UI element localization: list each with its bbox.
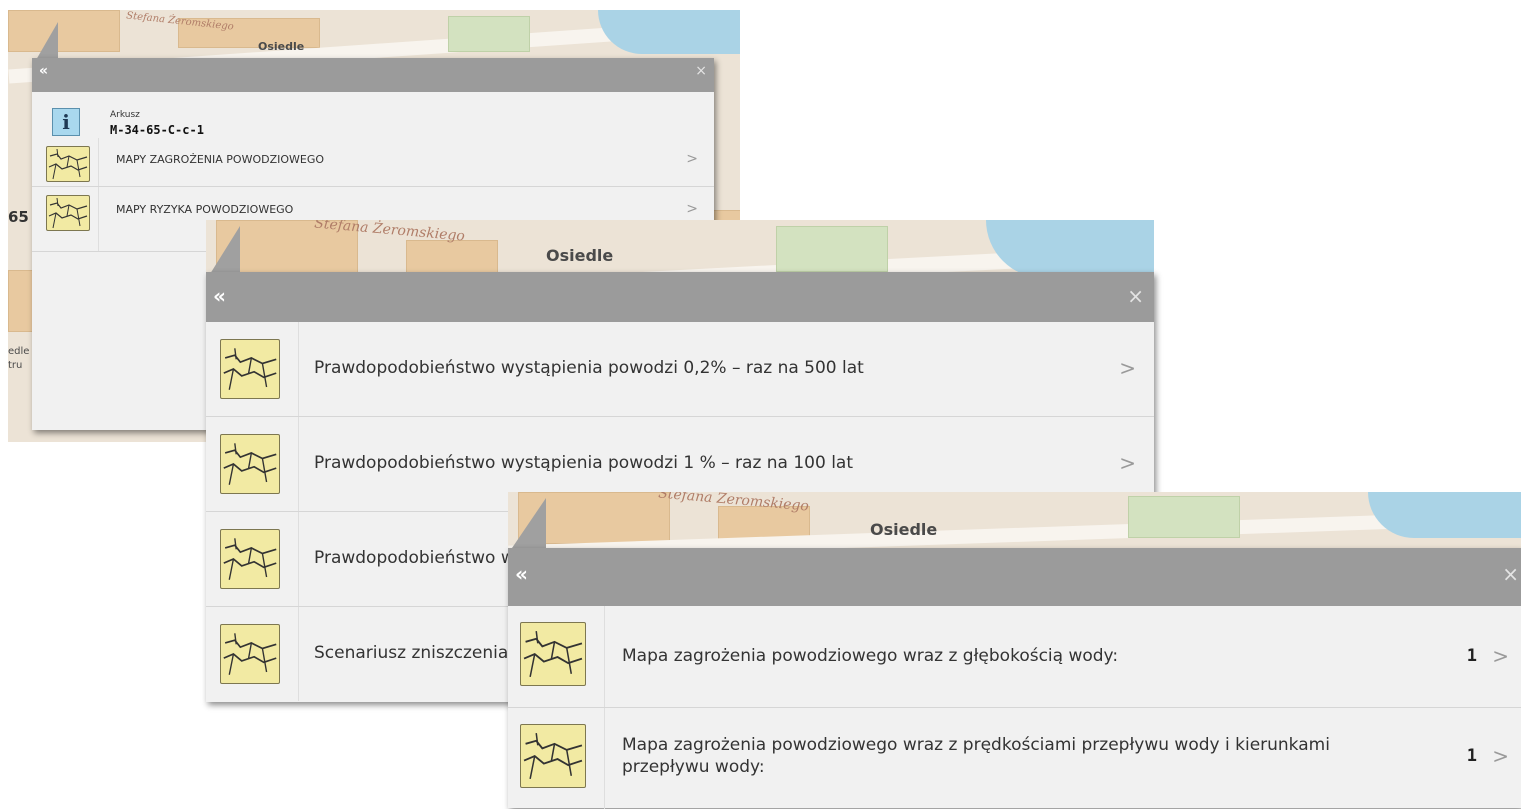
back-icon[interactable]: « — [39, 63, 48, 79]
close-icon[interactable]: × — [1502, 562, 1519, 586]
chevron-right-icon[interactable]: > — [1492, 644, 1509, 668]
chevron-right-icon[interactable]: > — [1119, 451, 1136, 475]
popup-panel-hazard-layers: « × Mapa zagrożenia powodziowego wraz z … — [508, 548, 1521, 809]
back-icon[interactable]: « — [213, 284, 226, 308]
map-background[interactable]: Stefana Żeromskiego Osiedle — [508, 492, 1521, 554]
popup-header: « × — [32, 58, 714, 92]
map-side-label: tru — [8, 360, 23, 371]
map-side-label: edle — [8, 346, 30, 357]
item-count: 1 — [1466, 646, 1477, 666]
map-sheet-icon — [220, 624, 280, 684]
map-sheet-icon — [220, 339, 280, 399]
back-icon[interactable]: « — [515, 562, 528, 586]
district-label: Osiedle — [258, 40, 305, 53]
chevron-right-icon[interactable]: > — [1492, 744, 1509, 768]
list-item-water-depth[interactable]: Mapa zagrożenia powodziowego wraz z głęb… — [508, 606, 1521, 708]
map-sheet-icon — [520, 724, 586, 788]
district-label: Osiedle — [870, 520, 938, 539]
info-icon: i — [52, 108, 80, 136]
popup-pointer — [36, 22, 58, 60]
list-item-probability-500[interactable]: Prawdopodobieństwo wystąpienia powodzi 0… — [206, 322, 1154, 417]
list-item-label: MAPY RYZYKA POWODZIOWEGO — [116, 203, 294, 216]
list-item-flood-hazard-maps[interactable]: MAPY ZAGROŻENIA POWODZIOWEGO > — [32, 138, 714, 187]
map-side-label: 65 — [8, 208, 29, 226]
list-item-label: MAPY ZAGROŻENIA POWODZIOWEGO — [116, 153, 325, 166]
popup-header: « × — [206, 272, 1154, 322]
popup-pointer — [512, 498, 546, 548]
map-sheet-icon — [46, 146, 90, 182]
chevron-right-icon[interactable]: > — [686, 151, 698, 167]
list-item-label: Prawdopodobieństwo wystąpienia powodzi 1… — [314, 453, 854, 473]
list-item-label: Mapa zagrożenia powodziowego wraz z głęb… — [622, 646, 1119, 666]
chevron-right-icon[interactable]: > — [686, 201, 698, 217]
sheet-info: i Arkusz M-34-65-C-c-1 — [32, 92, 714, 138]
list-item-label: Prawdopodobieństwo wystąpienia powodzi 0… — [314, 358, 864, 378]
sheet-title: Arkusz — [110, 110, 140, 120]
list-item-flow-velocity[interactable]: Mapa zagrożenia powodziowego wraz z pręd… — [508, 708, 1521, 809]
close-icon[interactable]: × — [695, 63, 707, 79]
item-count: 1 — [1466, 746, 1477, 766]
map-sheet-icon — [46, 195, 90, 231]
list-item-label: Mapa zagrożenia powodziowego wraz z pręd… — [622, 735, 1330, 777]
map-sheet-icon — [220, 529, 280, 589]
map-sheet-icon — [220, 434, 280, 494]
map-sheet-icon — [520, 622, 586, 686]
popup-header: « × — [508, 548, 1521, 606]
close-icon[interactable]: × — [1127, 284, 1144, 308]
chevron-right-icon[interactable]: > — [1119, 356, 1136, 380]
district-label: Osiedle — [546, 246, 614, 265]
sheet-number: M-34-65-C-c-1 — [110, 123, 204, 137]
popup-pointer — [210, 226, 240, 274]
